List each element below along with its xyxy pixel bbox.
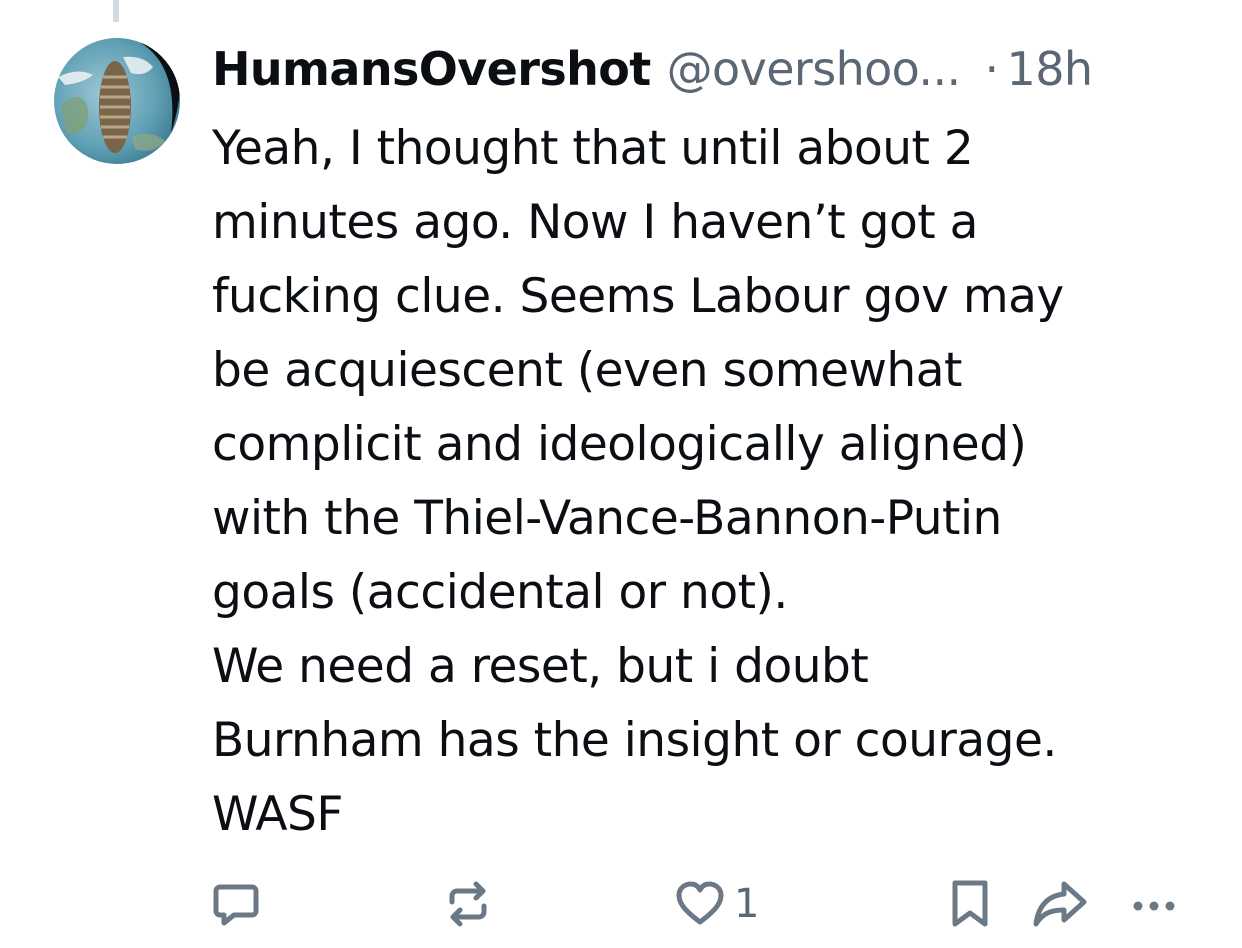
like-count: 1: [734, 881, 760, 927]
avatar[interactable]: [53, 37, 181, 165]
author-handle[interactable]: @overshoo...: [667, 40, 961, 98]
heart-icon: [674, 878, 726, 930]
bookmark-button[interactable]: [946, 876, 994, 932]
like-button[interactable]: 1: [674, 876, 759, 932]
reply-icon: [210, 878, 262, 930]
header-separator: ·: [984, 42, 1000, 96]
post-content: HumansOvershot @overshoo... · 18h Yeah, …: [212, 40, 1212, 852]
reply-button[interactable]: [210, 876, 262, 932]
more-options-button[interactable]: [1128, 876, 1180, 932]
share-icon: [1032, 878, 1088, 930]
repost-icon: [442, 878, 494, 930]
share-button[interactable]: [1032, 876, 1088, 932]
post-timestamp[interactable]: 18h: [1007, 40, 1093, 98]
avatar-earth-icon: [54, 38, 180, 164]
post-body-text: Yeah, I thought that until about 2 minut…: [212, 121, 1064, 842]
post-header: HumansOvershot @overshoo... · 18h: [212, 40, 1212, 98]
author-display-name[interactable]: HumansOvershot: [212, 40, 651, 98]
bookmark-icon: [946, 878, 994, 930]
post-action-bar: 1: [210, 876, 1190, 936]
repost-button[interactable]: [442, 876, 494, 932]
more-icon: [1128, 878, 1180, 930]
thread-connector-line: [113, 0, 119, 22]
